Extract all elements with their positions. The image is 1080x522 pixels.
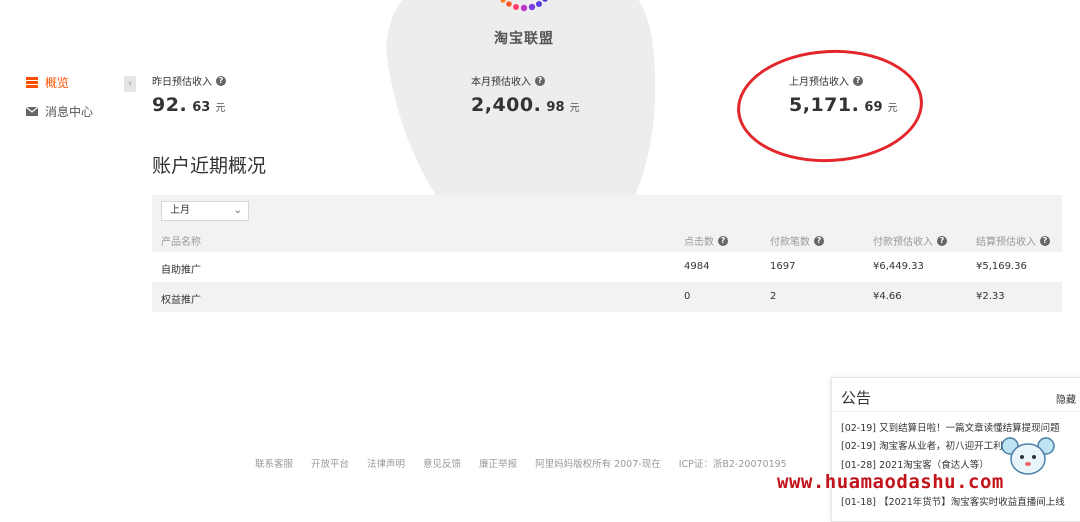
help-icon[interactable]: ?: [718, 235, 728, 246]
stat-label: 昨日预估收入: [152, 77, 212, 88]
notice-date: [02-19]: [841, 423, 877, 434]
sidebar-item-messages[interactable]: 消息中心: [26, 103, 93, 120]
help-icon[interactable]: ?: [216, 75, 226, 86]
cell-clicks: 4984: [684, 261, 710, 272]
stat-integer: 92.: [152, 94, 188, 116]
stat-label: 本月预估收入: [471, 77, 531, 88]
chevron-down-icon: ⌄: [233, 205, 242, 216]
stat-this-month: 本月预估收入 ? 2,400. 98 元: [471, 73, 580, 116]
page-title: 账户近期概况: [152, 155, 267, 177]
footer-link-feedback[interactable]: 意见反馈: [423, 456, 461, 470]
mail-icon: [26, 107, 38, 116]
sidebar-item-label: 消息中心: [45, 105, 94, 119]
cell-orders: 2: [770, 291, 777, 302]
footer-link-report[interactable]: 廉正举报: [479, 456, 517, 470]
column-header-orders: 付款笔数 ?: [770, 233, 824, 248]
divider: [832, 411, 1080, 412]
cell-settled-income: ¥5,169.36: [976, 261, 1027, 272]
column-header-paid-income: 付款预估收入 ?: [873, 233, 947, 248]
stat-unit: 元: [215, 103, 226, 114]
period-select-value: 上月: [170, 205, 190, 216]
stat-yesterday: 昨日预估收入 ? 92. 63 元: [152, 73, 226, 116]
sidebar-collapse-button[interactable]: ‹: [124, 76, 136, 92]
cell-product-name: 权益推广: [161, 295, 201, 306]
stat-decimal: 98: [546, 100, 565, 115]
notice-item[interactable]: [01-18] 【2021年货节】淘宝客实时收益直播间上线: [841, 494, 1077, 508]
mascot-logo-icon: [1001, 437, 1055, 475]
chevron-left-icon: ‹: [128, 79, 132, 89]
overview-icon: [26, 77, 38, 88]
stat-integer: 2,400.: [471, 94, 542, 116]
notice-text: 【2021年货节】淘宝客实时收益直播间上线: [879, 497, 1065, 508]
help-icon[interactable]: ?: [937, 235, 947, 246]
notice-title: 公告: [841, 389, 872, 407]
notice-date: [01-28]: [841, 460, 877, 471]
column-header-product: 产品名称: [161, 237, 201, 248]
footer-icp[interactable]: ICP证：浙B2-20070195: [679, 456, 787, 470]
notice-date: [02-19]: [841, 441, 877, 452]
stat-decimal: 63: [192, 100, 211, 115]
cell-paid-income: ¥4.66: [873, 291, 902, 302]
column-header-settled-income: 结算预估收入 ?: [976, 233, 1050, 248]
column-header-clicks: 点击数 ?: [684, 233, 728, 248]
cell-settled-income: ¥2.33: [976, 291, 1005, 302]
watermark: www.huamaodashu.com: [777, 471, 1004, 493]
help-icon[interactable]: ?: [1040, 235, 1050, 246]
notice-text: 淘宝客从业者，初八迎开工利好: [879, 441, 1013, 452]
red-highlight-circle: [734, 45, 926, 167]
footer: 联系客服 开放平台 法律声明 意见反馈 廉正举报 阿里妈妈版权所有 2007-现…: [255, 456, 805, 470]
stat-unit: 元: [569, 103, 580, 114]
table-row: 自助推广 4984 1697 ¥6,449.33 ¥5,169.36: [152, 252, 1062, 282]
notice-text: 2021淘宝客（食达人等）: [879, 460, 989, 471]
sidebar-item-overview[interactable]: 概览: [26, 74, 69, 91]
notice-date: [01-18]: [841, 497, 877, 508]
taobao-alliance-logo-icon: [500, 0, 548, 12]
period-select[interactable]: 上月 ⌄: [161, 201, 249, 221]
cell-clicks: 0: [684, 291, 691, 302]
help-icon[interactable]: ?: [535, 75, 545, 86]
cell-paid-income: ¥6,449.33: [873, 261, 924, 272]
brand-name: 淘宝联盟: [494, 31, 554, 47]
notice-hide-button[interactable]: 隐藏: [1056, 391, 1076, 406]
footer-link-open-platform[interactable]: 开放平台: [311, 456, 349, 470]
help-icon[interactable]: ?: [814, 235, 824, 246]
footer-link-legal[interactable]: 法律声明: [367, 456, 405, 470]
cell-product-name: 自助推广: [161, 265, 201, 276]
footer-copyright: 阿里妈妈版权所有 2007-现在: [535, 459, 661, 470]
footer-link-support[interactable]: 联系客服: [255, 456, 293, 470]
cell-orders: 1697: [770, 261, 796, 272]
sidebar: 概览 消息中心 ‹: [0, 60, 136, 322]
sidebar-item-label: 概览: [45, 76, 70, 90]
table-row: 权益推广 0 2 ¥4.66 ¥2.33: [152, 282, 1062, 312]
